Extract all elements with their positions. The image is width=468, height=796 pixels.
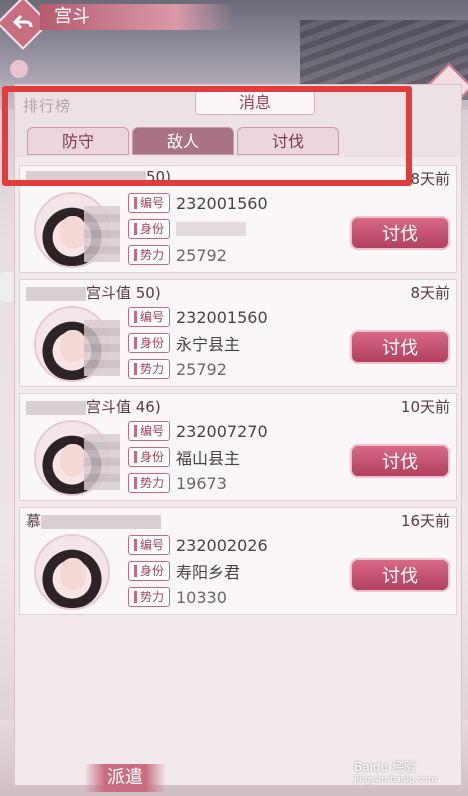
rank-tag: 身份 xyxy=(128,447,170,467)
page-title: 宫斗 xyxy=(40,4,234,30)
blossom-decoration xyxy=(10,60,28,78)
attack-button[interactable]: 讨伐 xyxy=(350,216,450,250)
blurred-name xyxy=(41,514,162,529)
power-tag: 势力 xyxy=(128,245,170,265)
attack-button[interactable]: 讨伐 xyxy=(350,330,450,364)
enemy-card: 宫斗值 50) 8天前 编号 232001560 身份 永宁县主 势力 25792 讨… xyxy=(19,279,457,387)
enemy-card: 宫斗值 46) 10天前 编号 232007270 身份 福山县主 势力 19673 … xyxy=(19,393,457,501)
enemy-rank: 寿阳乡君 xyxy=(176,563,241,582)
enemy-rank: 永宁县主 xyxy=(176,335,241,354)
attack-button[interactable]: 讨伐 xyxy=(350,558,450,592)
power-tag: 势力 xyxy=(128,587,170,607)
enemy-power: 19673 xyxy=(176,473,227,493)
attack-button[interactable]: 讨伐 xyxy=(350,444,450,478)
id-tag: 编号 xyxy=(128,307,170,327)
id-tag: 编号 xyxy=(128,421,170,441)
enemy-time: 16天前 xyxy=(400,512,450,530)
watermark-url: jingyan.baidu.com xyxy=(354,775,438,785)
enemy-avatar xyxy=(34,192,120,268)
enemy-rank: 福山县主 xyxy=(176,449,241,468)
rank-tag: 身份 xyxy=(128,219,170,239)
blurred-rank xyxy=(176,222,246,236)
power-tag: 势力 xyxy=(128,473,170,493)
blurred-name xyxy=(26,400,86,415)
rank-tag: 身份 xyxy=(128,333,170,353)
enemy-id: 232001560 xyxy=(176,193,268,213)
rank-tag: 身份 xyxy=(128,561,170,581)
enemy-power: 10330 xyxy=(176,587,227,607)
enemy-id: 232007270 xyxy=(176,421,268,441)
enemy-power: 25792 xyxy=(176,245,227,265)
enemy-time: 10天前 xyxy=(400,398,450,416)
enemy-id: 232002026 xyxy=(176,535,268,555)
back-arrow-icon xyxy=(12,14,33,30)
enemy-id: 232001560 xyxy=(176,307,268,327)
enemy-name: 宫斗值 46) xyxy=(26,396,161,416)
power-tag: 势力 xyxy=(128,359,170,379)
id-tag: 编号 xyxy=(128,193,170,213)
enemy-name: 慕 xyxy=(26,510,162,530)
enemy-time: 8天前 xyxy=(410,170,450,188)
watermark: Baidu 经验 jingyan.baidu.com xyxy=(354,758,437,785)
top-bar: 宫斗 xyxy=(0,0,468,50)
enemy-panel: 排行榜 消息 防守 敌人 讨伐 50) 8天前 编号 232001560 身份 势… xyxy=(14,84,462,786)
enemy-name: 宫斗值 50) xyxy=(26,282,161,302)
enemy-avatar xyxy=(34,306,120,382)
dispatch-button[interactable]: 派遣 xyxy=(84,764,166,792)
highlight-annotation-box xyxy=(2,86,412,186)
enemy-avatar xyxy=(34,420,120,496)
enemy-time: 8天前 xyxy=(410,284,450,302)
enemy-power: 25792 xyxy=(176,359,227,379)
watermark-brand: Baidu 经验 xyxy=(354,760,416,774)
enemy-avatar xyxy=(34,534,110,610)
enemy-card: 慕 16天前 编号 232002026 身份 寿阳乡君 势力 10330 讨伐 xyxy=(19,507,457,615)
id-tag: 编号 xyxy=(128,535,170,555)
blurred-name xyxy=(26,286,86,301)
